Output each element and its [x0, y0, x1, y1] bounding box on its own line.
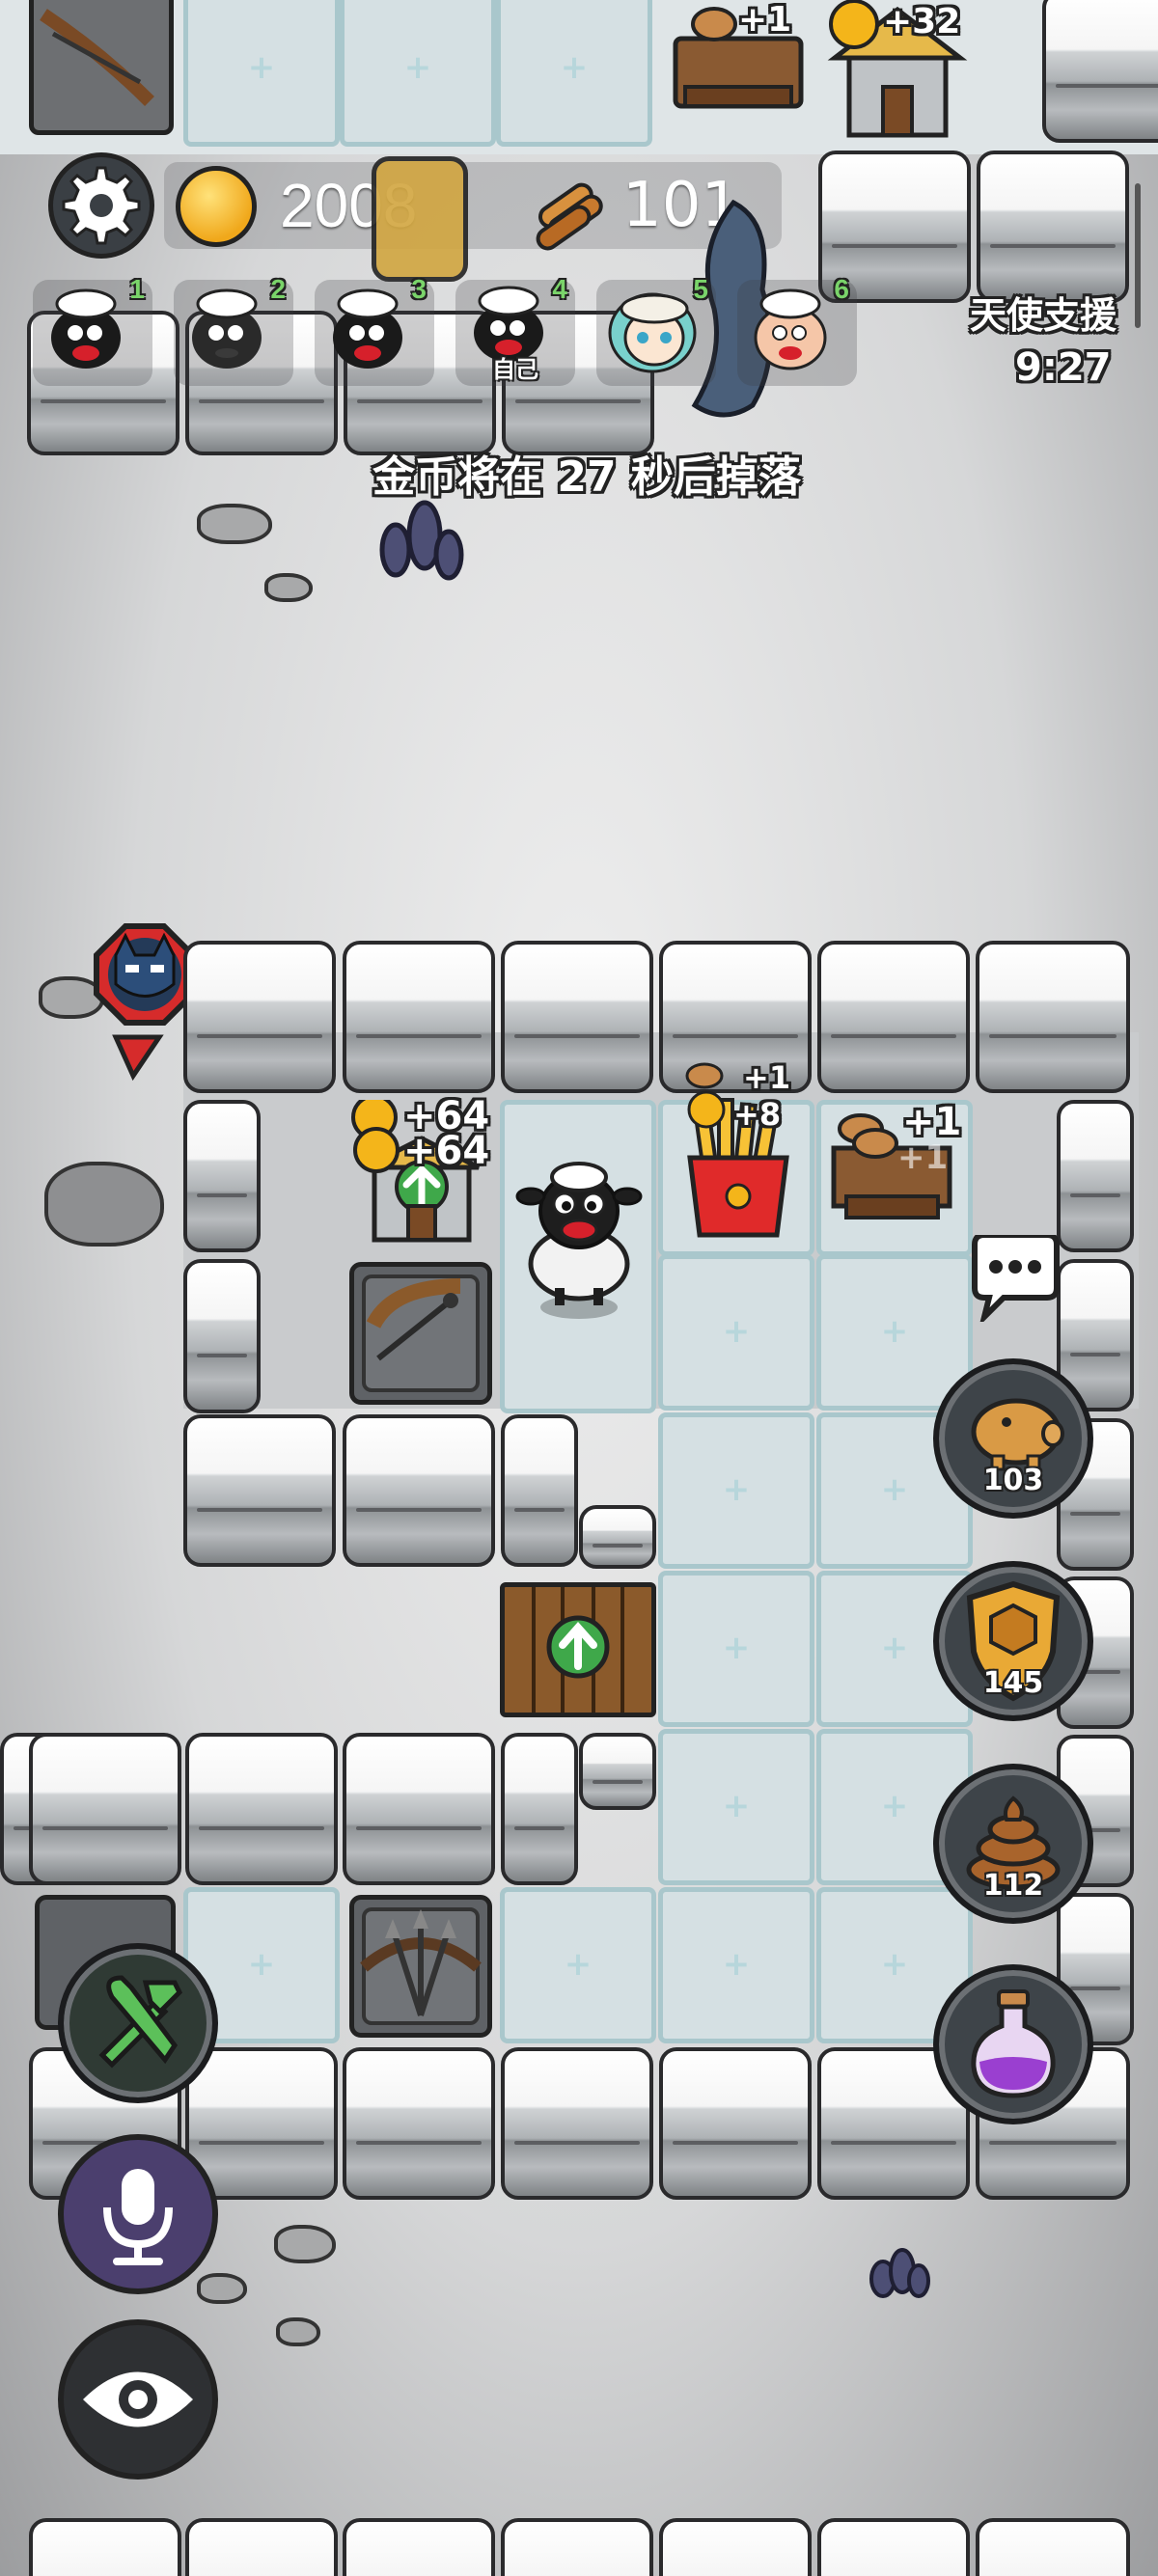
player-slot-5[interactable]: 5	[596, 274, 716, 386]
potion-button[interactable]	[933, 1964, 1093, 2124]
floor-tile	[183, 0, 340, 147]
wood-crate-icon	[532, 1587, 624, 1713]
wall-block	[1042, 0, 1158, 143]
eye-icon	[83, 2371, 193, 2427]
floor-tile-empty[interactable]	[658, 1571, 814, 1727]
wall-block	[579, 1505, 656, 1569]
floor-tile-empty[interactable]	[658, 1729, 814, 1885]
gold-coin-icon	[176, 166, 257, 247]
microphone-icon	[103, 2169, 173, 2265]
floor-tile	[340, 0, 496, 147]
angel-support-timer: 9:27	[1015, 345, 1112, 390]
player-slot-4[interactable]: 4 自己	[455, 274, 575, 386]
self-label: 自己	[492, 356, 538, 383]
wall-corner	[976, 941, 1130, 1093]
black-sheep-icon	[515, 1162, 643, 1319]
crossbow-icon	[40, 9, 154, 106]
piggy-bank-button[interactable]: 103	[933, 1358, 1093, 1519]
rock	[274, 2225, 336, 2263]
wall-block	[976, 2518, 1130, 2576]
hammer-wrench-icon	[98, 1975, 183, 2069]
wall-block	[501, 2047, 653, 2200]
ballista-icon	[360, 1907, 482, 2025]
crossbow-tower-top[interactable]	[29, 0, 174, 135]
floor-tile	[496, 0, 652, 147]
wall-block	[501, 2518, 653, 2576]
top-gold-income: +32	[883, 2, 961, 41]
rock	[197, 504, 272, 544]
rock	[264, 573, 313, 602]
wall-block	[29, 2518, 181, 2576]
wood-logs-icon	[529, 166, 616, 253]
crossbow-turret[interactable]	[349, 1262, 492, 1405]
upgrade-crate[interactable]	[500, 1582, 656, 1717]
wall-block	[817, 2518, 970, 2576]
fries-gold-income: +8	[733, 1096, 782, 1133]
wall-block	[183, 1414, 336, 1567]
wall-block	[659, 2047, 812, 2200]
sawmill-income-b: +1	[897, 1138, 949, 1177]
player-slot-6[interactable]: 6	[737, 274, 857, 386]
floor-tile-empty[interactable]	[658, 1887, 814, 2043]
wall-block	[343, 941, 495, 1093]
wall-block	[817, 941, 970, 1093]
wall-block	[579, 1733, 656, 1810]
wall-side	[183, 1259, 261, 1413]
game-stage: +1 +32 2008 101	[0, 0, 1158, 2576]
player-sheep[interactable]	[511, 1158, 647, 1322]
luggage-sprite	[372, 156, 468, 282]
poop-count: 112	[982, 1869, 1044, 1903]
view-toggle-button[interactable]	[58, 2319, 218, 2480]
gold-drop-announcement: 金币将在 27 秒后掉落	[372, 452, 801, 502]
rock	[44, 1162, 164, 1247]
floor-tile-empty[interactable]	[658, 1254, 814, 1411]
player-slot-3[interactable]: 3	[315, 274, 434, 386]
wall-block	[501, 1414, 578, 1567]
rock	[276, 2317, 320, 2346]
scrollbar[interactable]	[1135, 183, 1141, 328]
wall-block	[659, 2518, 812, 2576]
wall-block	[185, 2518, 338, 2576]
wall-corner	[183, 941, 336, 1093]
wall-block	[343, 2047, 495, 2200]
wall-block	[977, 151, 1129, 303]
gear-icon	[62, 166, 141, 245]
floor-tile-empty[interactable]	[658, 1412, 814, 1569]
wall-block	[343, 1733, 495, 1885]
wall-block	[343, 2518, 495, 2576]
fries-wood-income: +1	[743, 1059, 791, 1096]
piggy-bank-count: 103	[982, 1464, 1044, 1497]
build-tools-button[interactable]	[58, 1943, 218, 2103]
wall-block	[501, 1733, 578, 1885]
settings-button[interactable]	[48, 152, 154, 259]
crystal-cluster	[367, 482, 473, 589]
wall-block	[343, 1414, 495, 1567]
shield-button[interactable]: 145	[933, 1561, 1093, 1721]
top-wood-income: +1	[738, 0, 792, 40]
floor-tile-empty[interactable]	[500, 1887, 656, 2043]
ballista-turret[interactable]	[349, 1895, 492, 2038]
player-slot-1[interactable]: 1	[33, 274, 152, 386]
gold-house-income-b: +64	[403, 1129, 490, 1173]
wall-side	[183, 1100, 261, 1252]
crossbow-icon	[362, 1274, 480, 1392]
wall-block	[185, 1733, 338, 1885]
wall-block	[501, 941, 653, 1093]
chat-bubble-icon	[972, 1232, 1060, 1327]
potion-icon	[971, 1989, 1056, 2098]
wall-block	[29, 1733, 181, 1885]
wall-side	[1057, 1100, 1134, 1252]
voice-chat-button[interactable]	[58, 2134, 218, 2294]
chat-bubble-button[interactable]	[965, 1232, 1062, 1327]
crystal-cluster	[859, 2240, 936, 2308]
shield-count: 145	[982, 1666, 1044, 1700]
player-slot-2[interactable]: 2	[174, 274, 293, 386]
poop-button[interactable]: 112	[933, 1764, 1093, 1924]
angel-support-title[interactable]: 天使支援	[970, 286, 1117, 339]
